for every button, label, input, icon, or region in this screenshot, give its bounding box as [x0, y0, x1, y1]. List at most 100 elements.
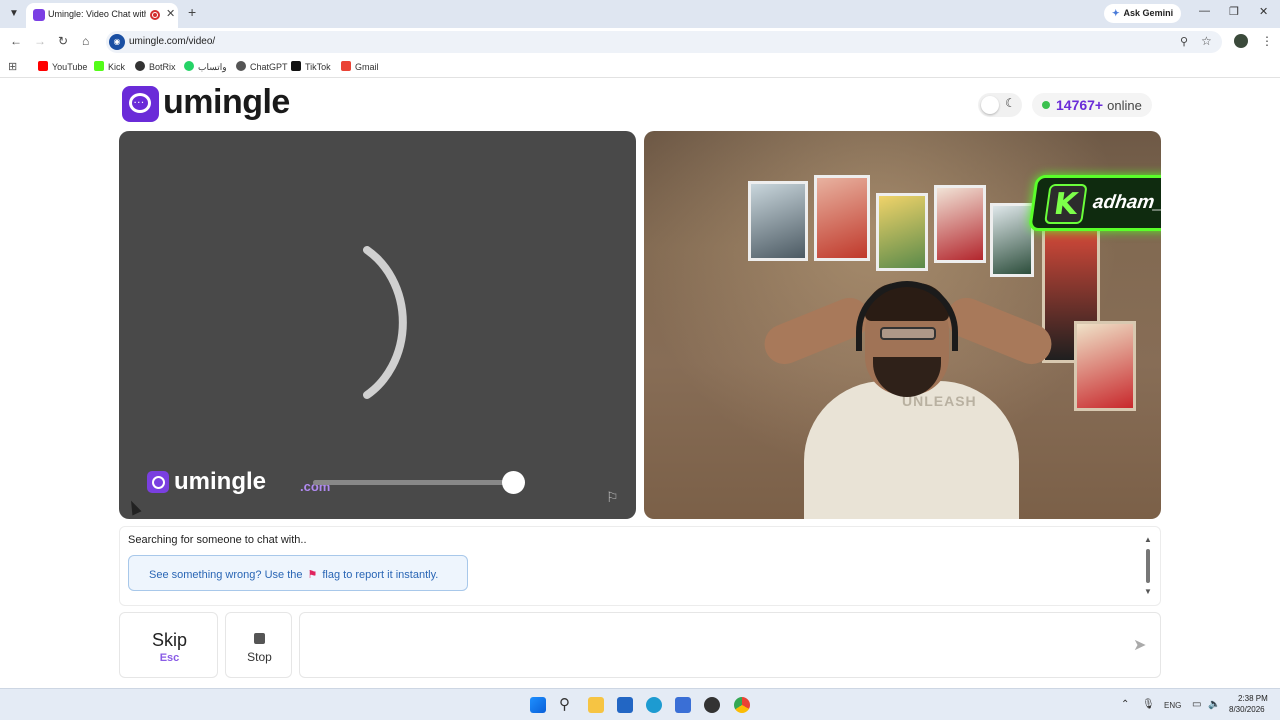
bookmark-youtube[interactable]: YouTube [38, 61, 87, 72]
skip-label: Skip [151, 630, 187, 650]
message-composer: ➤ [299, 612, 1161, 678]
restore-window-button[interactable]: ❐ [1229, 5, 1239, 18]
new-tab-button[interactable]: + [188, 4, 196, 20]
ask-gemini-label: Ask Gemini [1123, 8, 1174, 18]
recording-indicator-icon [150, 10, 160, 20]
wall-poster [748, 181, 808, 261]
minimize-window-button[interactable]: — [1199, 5, 1210, 17]
gmail-icon [341, 61, 351, 71]
bookmark-gmail[interactable]: Gmail [341, 61, 379, 72]
chrome-icon[interactable] [734, 697, 750, 713]
bookmark-whatsapp[interactable]: واتساب [184, 61, 227, 73]
wall-poster [934, 185, 986, 263]
bookmarks-bar: ⊞ YouTube Kick BotRix واتساب ChatGPT Tik… [0, 56, 1280, 78]
online-label: online [1107, 98, 1142, 113]
microphone-icon[interactable]: 🎙 [1142, 699, 1155, 710]
gemini-spark-icon: ✦ [1112, 8, 1120, 18]
browser-toolbar: ← → ↻ ⌂ ◉ umingle.com/video/ ⚲ ☆ [0, 28, 1280, 56]
clock-time[interactable]: 2:38 PM [1238, 694, 1268, 703]
botrix-icon [135, 61, 145, 71]
wall-poster [814, 175, 870, 261]
chat-log: Searching for someone to chat with.. See… [119, 526, 1161, 606]
browser-tab-bar: ▼ Umingle: Video Chat with S ✕ + ✦Ask Ge… [0, 0, 1280, 28]
tray-overflow-icon[interactable]: ⌃ [1121, 699, 1129, 710]
online-counter: 14767+ online [1032, 93, 1152, 117]
profile-avatar[interactable] [1234, 34, 1248, 48]
close-window-button[interactable]: ✕ [1259, 5, 1268, 18]
bookmark-label: BotRix [149, 62, 176, 72]
bookmark-label: TikTok [305, 62, 331, 72]
report-flag-icon[interactable]: ⚐ [606, 489, 619, 506]
volume-slider[interactable] [313, 471, 525, 494]
watermark-text: umingle [174, 468, 267, 495]
wall-poster [1074, 321, 1136, 411]
reload-icon[interactable]: ↻ [58, 34, 68, 48]
active-tab[interactable]: Umingle: Video Chat with S ✕ [26, 3, 178, 28]
whatsapp-icon [184, 61, 194, 71]
outlook-icon[interactable] [675, 697, 691, 713]
online-count: 14767+ [1056, 97, 1104, 113]
streamer-name-overlay: K adham_azab [1028, 175, 1161, 231]
bookmark-star-icon[interactable]: ☆ [1201, 34, 1212, 48]
send-icon[interactable]: ➤ [1133, 635, 1146, 655]
close-tab-icon[interactable]: ✕ [166, 7, 175, 20]
logo-text: umingle [163, 83, 290, 121]
chat-bubble-logo-icon: ··· [122, 86, 159, 122]
browser-menu-icon[interactable]: ⋮ [1261, 34, 1273, 48]
bookmark-label: Gmail [355, 62, 379, 72]
stranger-video: umingle .com ⚐ [119, 131, 636, 519]
scroll-down-arrow-icon[interactable]: ▼ [1144, 587, 1152, 596]
apps-grid-icon[interactable]: ⊞ [8, 60, 17, 73]
bookmark-kick[interactable]: Kick [94, 61, 125, 72]
volume-slider-handle[interactable] [501, 471, 525, 494]
obs-icon[interactable] [704, 697, 720, 713]
watermark-logo-icon [147, 471, 169, 493]
kick-icon [94, 61, 104, 71]
chat-scrollbar[interactable] [1146, 549, 1150, 583]
scroll-up-arrow-icon[interactable]: ▲ [1144, 535, 1152, 544]
stop-square-icon [254, 633, 265, 644]
volume-slider-fill [313, 480, 513, 485]
message-input[interactable] [310, 631, 1110, 659]
stop-label: Stop [247, 650, 272, 664]
language-indicator[interactable]: ENG [1164, 701, 1181, 710]
bookmark-chatgpt[interactable]: ChatGPT [236, 61, 288, 72]
wall-poster [876, 193, 928, 271]
toggle-knob [981, 96, 999, 114]
back-icon[interactable]: ← [10, 34, 22, 48]
bookmark-botrix[interactable]: BotRix [135, 61, 176, 72]
clock-date[interactable]: 8/30/2026 [1229, 705, 1265, 714]
windows-start-icon[interactable] [530, 697, 546, 713]
forward-icon[interactable]: → [34, 34, 46, 48]
youtube-icon [38, 61, 48, 71]
site-info-icon[interactable]: ◉ [109, 34, 125, 50]
windows-taskbar: ⚲ ⌃ 🎙 ENG ▭ 🔈 2:38 PM 8/30/2026 [0, 688, 1280, 720]
dark-mode-toggle[interactable]: ☾ [978, 93, 1022, 117]
edge-icon[interactable] [646, 697, 662, 713]
online-status-dot [1042, 101, 1050, 109]
chat-status-text: Searching for someone to chat with.. [128, 534, 307, 546]
search-icon[interactable]: ⚲ [559, 697, 575, 713]
store-icon[interactable] [617, 697, 633, 713]
bookmark-tiktok[interactable]: TikTok [291, 61, 331, 72]
network-icon[interactable]: ▭ [1192, 699, 1201, 710]
home-icon[interactable]: ⌂ [82, 34, 89, 48]
tab-search-chevron-icon[interactable]: ▼ [6, 6, 22, 22]
zoom-icon[interactable]: ⚲ [1180, 35, 1188, 48]
notice-text-after: flag to report it instantly. [322, 569, 439, 581]
file-explorer-icon[interactable] [588, 697, 604, 713]
url-text[interactable]: umingle.com/video/ [129, 36, 215, 47]
ask-gemini-button[interactable]: ✦ Ask Gemini [1104, 4, 1182, 23]
stop-button[interactable]: Stop [225, 612, 292, 678]
notice-text-before: See something wrong? Use the [149, 569, 303, 581]
volume-icon[interactable]: 🔈 [1208, 699, 1220, 710]
address-bar[interactable]: ◉ umingle.com/video/ ⚲ ☆ [106, 31, 1222, 53]
loading-spinner-icon [363, 246, 407, 399]
streamer-name: adham_azab [1091, 192, 1161, 213]
chatgpt-icon [236, 61, 246, 71]
skip-shortcut: Esc [159, 652, 180, 664]
tab-title: Umingle: Video Chat with S [48, 9, 146, 19]
skip-button[interactable]: Skip Esc [119, 612, 218, 678]
wall-poster [990, 203, 1034, 277]
report-notice-text: See something wrong? Use the ⚑ flag to rep… [149, 568, 438, 581]
